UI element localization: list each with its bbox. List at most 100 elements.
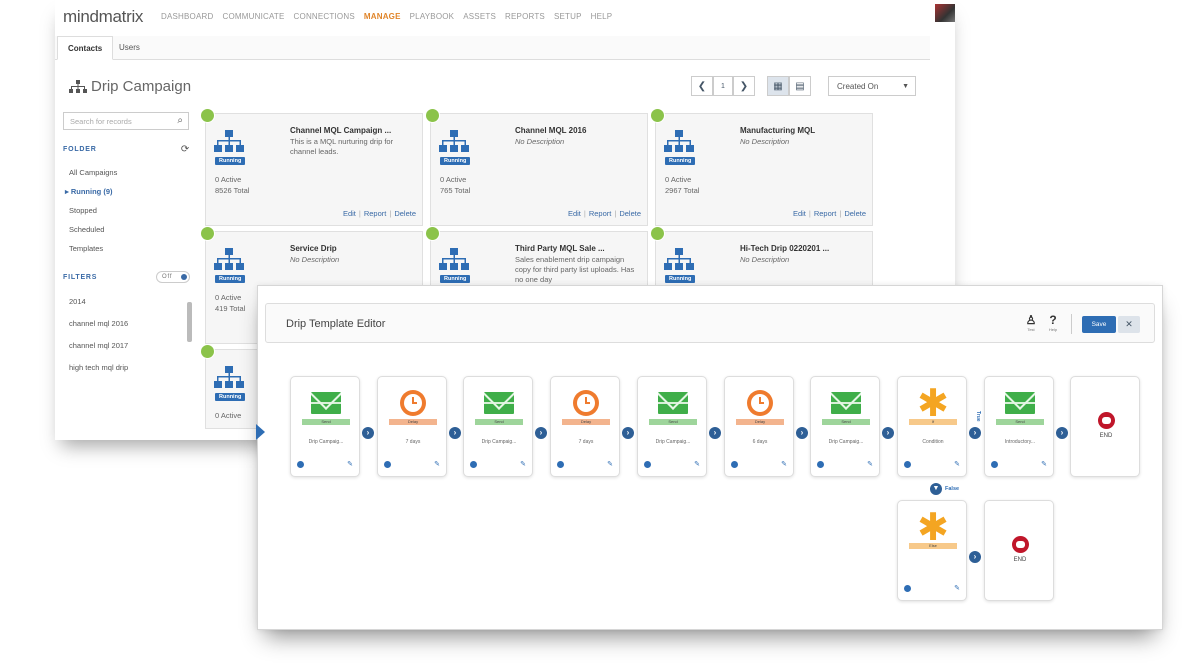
card-title[interactable]: Channel MQL Campaign ... [290, 126, 391, 135]
list-view-button[interactable]: ▤ [789, 76, 811, 96]
campaign-card[interactable]: Running 0 Active 2967 Total Manufacturing M… [650, 108, 873, 226]
nav-item-reports[interactable]: REPORTS [505, 12, 545, 21]
send-node[interactable]: Send Drip Campaig... ✎ [637, 376, 707, 477]
false-branch[interactable]: ▼ False [930, 483, 959, 495]
card-title[interactable]: Channel MQL 2016 [515, 126, 586, 135]
send-node[interactable]: Send Drip Campaig... ✎ [290, 376, 360, 477]
search-input[interactable]: Search for records ⌕ [63, 112, 189, 130]
folder-item-scheduled[interactable]: Scheduled [63, 220, 198, 239]
delay-node[interactable]: Delay 6 days ✎ [724, 376, 794, 477]
edit-link[interactable]: Edit [793, 209, 806, 218]
card-title[interactable]: Service Drip [290, 244, 337, 253]
eye-icon[interactable] [731, 461, 738, 468]
next-page-button[interactable]: ❯ [733, 76, 755, 96]
eye-icon[interactable] [904, 585, 911, 592]
nav-item-help[interactable]: HELP [591, 12, 613, 21]
test-button[interactable]: ♙ Test [1024, 314, 1038, 333]
filter-toggle[interactable]: Off [156, 271, 190, 283]
next-step-arrow-icon[interactable]: › [535, 427, 547, 439]
app-logo[interactable]: mindmatrix [63, 7, 143, 27]
eye-icon[interactable] [297, 461, 304, 468]
eye-icon[interactable] [557, 461, 564, 468]
delay-node[interactable]: Delay 7 days ✎ [377, 376, 447, 477]
node-icon [657, 390, 689, 416]
edit-icon[interactable]: ✎ [607, 460, 613, 468]
report-link[interactable]: Report [589, 209, 612, 218]
next-step-arrow-icon[interactable]: › [969, 551, 981, 563]
search-icon[interactable]: ⌕ [177, 115, 183, 126]
delete-link[interactable]: Delete [619, 209, 641, 218]
report-link[interactable]: Report [814, 209, 837, 218]
filter-item[interactable]: channel mql 2016 [63, 313, 198, 335]
status-badge: Running [215, 157, 246, 165]
cond-node[interactable]: ✱ If Condition ✎ [897, 376, 967, 477]
folder-item-templates[interactable]: Templates [63, 239, 198, 258]
tab-users[interactable]: Users [109, 36, 150, 60]
end-node[interactable]: END [1070, 376, 1140, 477]
next-step-arrow-icon[interactable]: › [622, 427, 634, 439]
folder-item-stopped[interactable]: Stopped [63, 201, 198, 220]
edit-icon[interactable]: ✎ [520, 460, 526, 468]
delete-link[interactable]: Delete [844, 209, 866, 218]
delete-link[interactable]: Delete [394, 209, 416, 218]
filter-item[interactable]: 2014 [63, 291, 198, 313]
nav-item-assets[interactable]: ASSETS [463, 12, 496, 21]
next-step-arrow-icon[interactable]: › [969, 427, 981, 439]
next-step-arrow-icon[interactable]: › [709, 427, 721, 439]
next-step-arrow-icon[interactable]: › [362, 427, 374, 439]
card-title[interactable]: Manufacturing MQL [740, 126, 815, 135]
next-step-arrow-icon[interactable]: › [1056, 427, 1068, 439]
nav-item-dashboard[interactable]: DASHBOARD [161, 12, 213, 21]
edit-icon[interactable]: ✎ [347, 460, 353, 468]
edit-icon[interactable]: ✎ [694, 460, 700, 468]
campaign-card[interactable]: Running 0 Active 765 Total Channel MQL 2016… [425, 108, 648, 226]
nav-item-playbook[interactable]: PLAYBOOK [410, 12, 455, 21]
end-node[interactable]: END [984, 500, 1054, 601]
nav-item-communicate[interactable]: COMMUNICATE [222, 12, 284, 21]
edit-icon[interactable]: ✎ [867, 460, 873, 468]
else-node[interactable]: ✱ Else ✎ [897, 500, 967, 601]
nav-item-setup[interactable]: SETUP [554, 12, 582, 21]
edit-icon[interactable]: ✎ [434, 460, 440, 468]
edit-link[interactable]: Edit [343, 209, 356, 218]
send-node[interactable]: Send Drip Campaig... ✎ [810, 376, 880, 477]
filter-item[interactable]: high tech mql drip [63, 357, 198, 379]
next-step-arrow-icon[interactable]: › [882, 427, 894, 439]
eye-icon[interactable] [644, 461, 651, 468]
tab-contacts[interactable]: Contacts [57, 36, 114, 60]
help-button[interactable]: ? Help [1046, 314, 1060, 333]
campaign-card[interactable]: Running 0 Active 8526 Total Channel MQL Cam… [200, 108, 423, 226]
folder-item-running[interactable]: ▸ Running (9) [63, 182, 198, 201]
edit-link[interactable]: Edit [568, 209, 581, 218]
avatar[interactable] [935, 4, 955, 22]
filter-scrollbar[interactable] [187, 302, 192, 342]
prev-page-button[interactable]: ❮ [691, 76, 713, 96]
edit-icon[interactable]: ✎ [954, 584, 960, 592]
nav-item-connections[interactable]: CONNECTIONS [294, 12, 355, 21]
sort-select[interactable]: Created On ▼ [828, 76, 916, 96]
eye-icon[interactable] [470, 461, 477, 468]
filter-item[interactable]: channel mql 2017 [63, 335, 198, 357]
send-node[interactable]: Send Introductory... ✎ [984, 376, 1054, 477]
grid-view-button[interactable]: ▦ [767, 76, 789, 96]
eye-icon[interactable] [384, 461, 391, 468]
next-step-arrow-icon[interactable]: › [796, 427, 808, 439]
card-title[interactable]: Third Party MQL Sale ... [515, 244, 605, 253]
nav-item-manage[interactable]: MANAGE [364, 12, 401, 21]
next-step-arrow-icon[interactable]: › [449, 427, 461, 439]
save-button[interactable]: Save [1082, 316, 1116, 333]
folder-item-all[interactable]: All Campaigns [63, 163, 198, 182]
edit-icon[interactable]: ✎ [781, 460, 787, 468]
refresh-icon[interactable]: ⟳ [181, 144, 190, 155]
eye-icon[interactable] [904, 461, 911, 468]
expand-button[interactable]: ✕ [1118, 316, 1140, 333]
send-node[interactable]: Send Drip Campaig... ✎ [463, 376, 533, 477]
card-title[interactable]: Hi-Tech Drip 0220201 ... [740, 244, 829, 253]
eye-icon[interactable] [991, 461, 998, 468]
page-number[interactable]: 1 [713, 76, 733, 96]
report-link[interactable]: Report [364, 209, 387, 218]
edit-icon[interactable]: ✎ [954, 460, 960, 468]
eye-icon[interactable] [817, 461, 824, 468]
edit-icon[interactable]: ✎ [1041, 460, 1047, 468]
delay-node[interactable]: Delay 7 days ✎ [550, 376, 620, 477]
